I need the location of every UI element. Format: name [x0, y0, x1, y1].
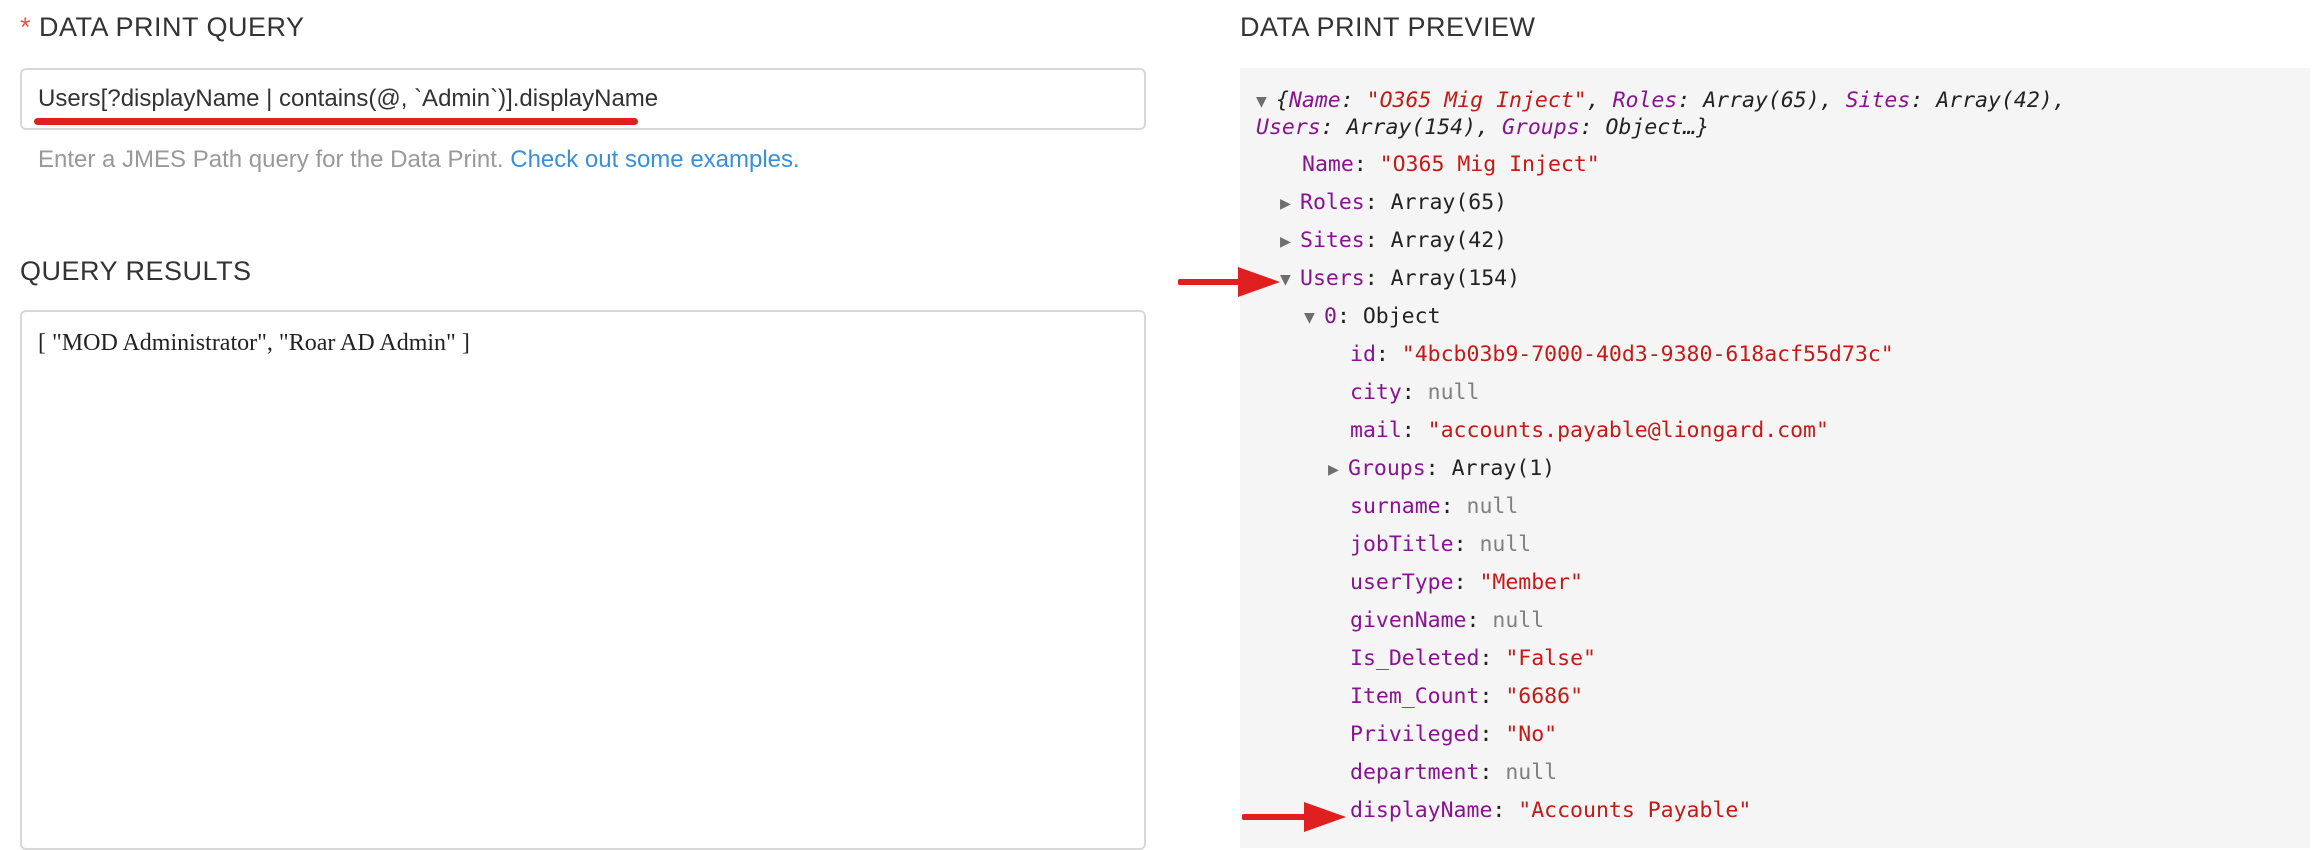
query-title-text: DATA PRINT QUERY	[39, 12, 305, 42]
query-helper: Enter a JMES Path query for the Data Pri…	[38, 146, 800, 174]
required-mark: *	[20, 12, 32, 42]
root-expand-toggle-icon[interactable]: ▼	[1256, 91, 1276, 112]
tree-row-users[interactable]: ▼ Users: Array(154)	[1280, 266, 1520, 291]
tree-row-name: Name: "O365 Mig Inject"	[1302, 152, 1600, 177]
tree-field-row: jobTitle: null	[1350, 532, 1532, 557]
tree-field-row: city: null	[1350, 380, 1480, 405]
results-section-title: QUERY RESULTS	[20, 256, 252, 286]
helper-text: Enter a JMES Path query for the Data Pri…	[38, 146, 504, 173]
tree-row-roles[interactable]: ▶ Roles: Array(65)	[1280, 190, 1507, 215]
query-results-text: [ "MOD Administrator", "Roar AD Admin" ]	[38, 330, 470, 356]
query-results-box[interactable]	[20, 310, 1146, 850]
tree-field-row: Privileged: "No"	[1350, 722, 1558, 747]
tree-field-row-groups[interactable]: ▶ Groups: Array(1)	[1328, 456, 1555, 481]
tree-field-row: department: null	[1350, 760, 1558, 785]
users-expand-toggle-icon[interactable]: ▼	[1280, 269, 1300, 290]
annotation-arrow-icon	[1242, 802, 1346, 832]
tree-field-row: Item_Count: "6686"	[1350, 684, 1584, 709]
root-summary[interactable]: ▼ {Name: "O365 Mig Inject", Roles: Array(…	[1256, 88, 2066, 113]
user-0-expand-toggle-icon[interactable]: ▼	[1304, 307, 1324, 328]
query-section-title: * DATA PRINT QUERY	[20, 12, 305, 43]
tree-field-row: surname: null	[1350, 494, 1519, 519]
tree-field-row: Is_Deleted: "False"	[1350, 646, 1596, 671]
groups-expand-toggle-icon[interactable]: ▶	[1328, 459, 1348, 480]
examples-link[interactable]: Check out some examples.	[510, 146, 799, 173]
tree-field-row: mail: "accounts.payable@liongard.com"	[1350, 418, 1829, 443]
tree-field-row: givenName: null	[1350, 608, 1545, 633]
tree-row-sites[interactable]: ▶ Sites: Array(42)	[1280, 228, 1507, 253]
tree-field-row-displayname: displayName: "Accounts Payable"	[1350, 798, 1752, 823]
tree-field-row: id: "4bcb03b9-7000-40d3-9380-618acf55d73…	[1350, 342, 1894, 367]
query-red-underline-annotation	[34, 118, 638, 125]
preview-section-title: DATA PRINT PREVIEW	[1240, 12, 1536, 42]
root-summary-continued: Users: Array(154), Groups: Object…}	[1256, 115, 1710, 140]
annotation-arrow-icon	[1178, 267, 1280, 297]
tree-field-row: userType: "Member"	[1350, 570, 1584, 595]
tree-row-user-0[interactable]: ▼ 0: Object	[1304, 304, 1441, 329]
roles-expand-toggle-icon[interactable]: ▶	[1280, 193, 1300, 214]
sites-expand-toggle-icon[interactable]: ▶	[1280, 231, 1300, 252]
